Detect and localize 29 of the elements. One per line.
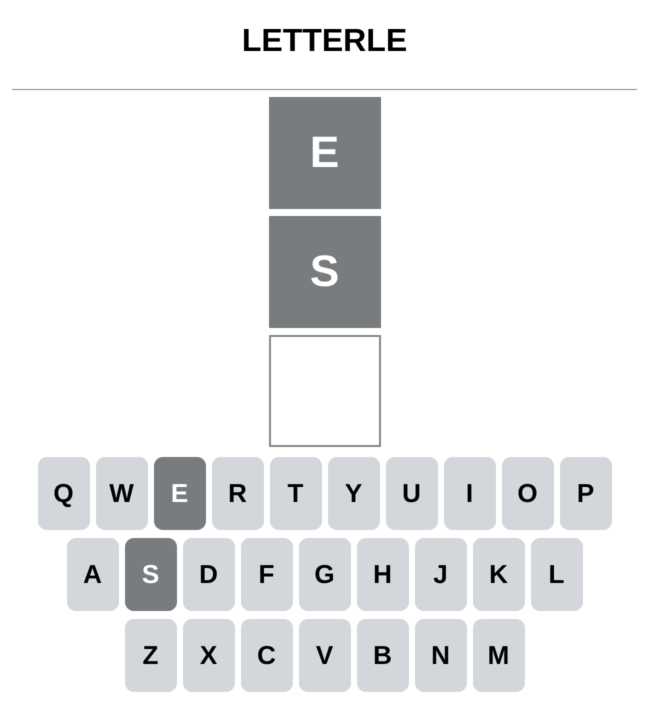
key[interactable]: O: [502, 457, 554, 530]
key[interactable]: P: [560, 457, 612, 530]
key[interactable]: R: [212, 457, 264, 530]
key[interactable]: A: [66, 538, 118, 611]
letter-tile: E: [268, 97, 380, 209]
key[interactable]: E: [154, 457, 206, 530]
app-title: LETTERLE: [240, 21, 408, 60]
key[interactable]: B: [356, 619, 408, 692]
key[interactable]: M: [472, 619, 524, 692]
key[interactable]: I: [444, 457, 496, 530]
key[interactable]: X: [182, 619, 234, 692]
key[interactable]: L: [530, 538, 582, 611]
key[interactable]: C: [240, 619, 292, 692]
key[interactable]: F: [240, 538, 292, 611]
key[interactable]: W: [96, 457, 148, 530]
key[interactable]: H: [356, 538, 408, 611]
key[interactable]: G: [298, 538, 350, 611]
key[interactable]: J: [414, 538, 466, 611]
key[interactable]: Z: [124, 619, 176, 692]
key[interactable]: Y: [328, 457, 380, 530]
key[interactable]: S: [124, 538, 176, 611]
key[interactable]: K: [472, 538, 524, 611]
key[interactable]: V: [298, 619, 350, 692]
letter-tile: S: [268, 216, 380, 328]
key[interactable]: Q: [38, 457, 90, 530]
key[interactable]: U: [386, 457, 438, 530]
key[interactable]: N: [414, 619, 466, 692]
key[interactable]: D: [182, 538, 234, 611]
key[interactable]: T: [270, 457, 322, 530]
